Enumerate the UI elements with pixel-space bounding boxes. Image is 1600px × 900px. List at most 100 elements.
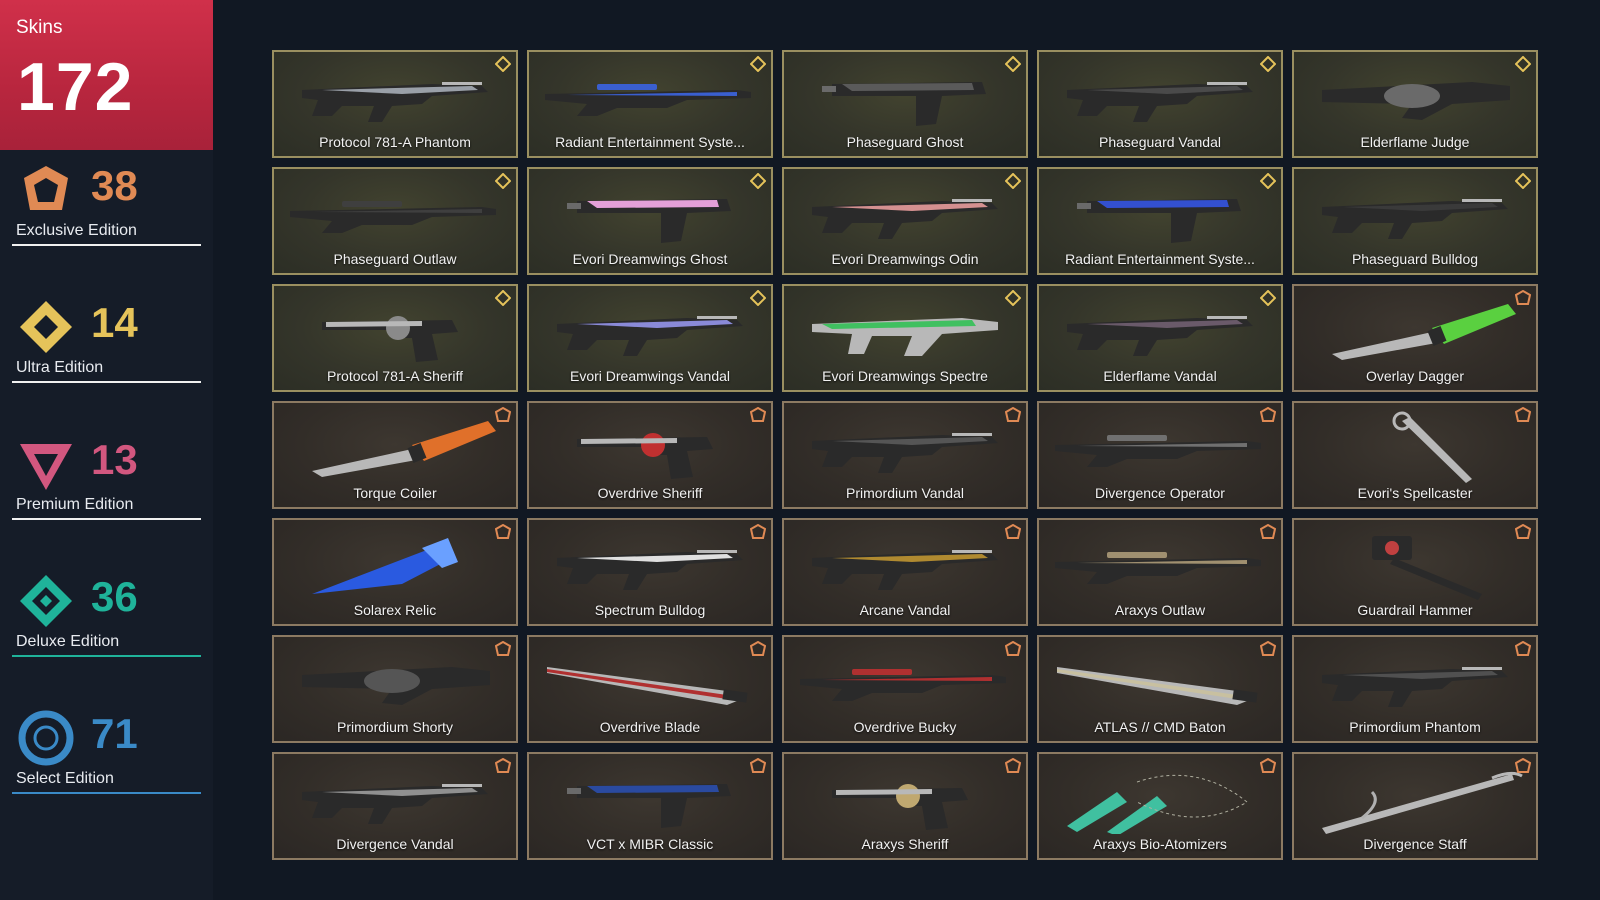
skin-name: Phaseguard Outlaw xyxy=(333,251,457,267)
skin-card[interactable]: Overdrive Bucky xyxy=(782,635,1028,743)
exclusive-tier-icon xyxy=(1004,406,1022,423)
skin-name: Solarex Relic xyxy=(353,602,437,618)
skin-card[interactable]: Araxys Sheriff xyxy=(782,752,1028,860)
weapon-image xyxy=(1302,60,1528,132)
skin-name: Divergence Staff xyxy=(1363,836,1467,852)
ultra-tier-icon xyxy=(494,289,512,307)
weapon-image xyxy=(282,645,508,717)
skin-card[interactable]: Solarex Relic xyxy=(272,518,518,626)
exclusive-tier-icon xyxy=(749,640,767,657)
skin-name: Araxys Sheriff xyxy=(861,836,949,852)
weapon-image xyxy=(537,60,763,132)
skin-name: ATLAS // CMD Baton xyxy=(1094,719,1226,735)
exclusive-tier-icon xyxy=(494,406,512,423)
skin-card[interactable]: Protocol 781-A Phantom xyxy=(272,50,518,158)
skin-card[interactable]: Primordium Vandal xyxy=(782,401,1028,509)
skin-card[interactable]: VCT x MIBR Classic xyxy=(527,752,773,860)
total-skins-count: 172 xyxy=(17,49,134,125)
skin-name: Overdrive Blade xyxy=(599,719,701,735)
exclusive-tier-icon xyxy=(1004,640,1022,657)
weapon-image xyxy=(537,762,763,834)
skin-card[interactable]: Guardrail Hammer xyxy=(1292,518,1538,626)
skin-name: Araxys Bio-Atomizers xyxy=(1093,836,1227,852)
weapon-image xyxy=(1302,177,1528,249)
skin-card[interactable]: Evori's Spellcaster xyxy=(1292,401,1538,509)
skin-card[interactable]: Evori Dreamwings Spectre xyxy=(782,284,1028,392)
skin-card[interactable]: Phaseguard Outlaw xyxy=(272,167,518,275)
skin-card[interactable]: Overdrive Blade xyxy=(527,635,773,743)
skin-name: Elderflame Vandal xyxy=(1103,368,1217,384)
skin-card[interactable]: Elderflame Judge xyxy=(1292,50,1538,158)
skin-name: Evori Dreamwings Vandal xyxy=(569,368,731,384)
skin-card[interactable]: Phaseguard Bulldog xyxy=(1292,167,1538,275)
weapon-image xyxy=(1047,528,1273,600)
skin-card[interactable]: Divergence Operator xyxy=(1037,401,1283,509)
weapon-image xyxy=(282,294,508,366)
weapon-image xyxy=(1047,294,1273,366)
skin-card[interactable]: Evori Dreamwings Vandal xyxy=(527,284,773,392)
tier-name: Premium Edition xyxy=(16,496,134,513)
skin-card[interactable]: Phaseguard Ghost xyxy=(782,50,1028,158)
skin-name: Radiant Entertainment Syste... xyxy=(555,134,745,150)
tier-ultra[interactable]: 14 Ultra Edition xyxy=(0,297,213,417)
tier-deluxe[interactable]: 36 Deluxe Edition xyxy=(0,571,213,691)
skin-card[interactable]: Divergence Staff xyxy=(1292,752,1538,860)
weapon-image xyxy=(282,60,508,132)
tier-premium[interactable]: 13 Premium Edition xyxy=(0,434,213,554)
skins-grid: Protocol 781-A Phantom Radiant Entertain… xyxy=(272,50,1538,860)
weapon-image xyxy=(792,762,1018,834)
skin-card[interactable]: Spectrum Bulldog xyxy=(527,518,773,626)
skin-card[interactable]: Evori Dreamwings Ghost xyxy=(527,167,773,275)
tier-exclusive[interactable]: 38 Exclusive Edition xyxy=(0,160,213,280)
ultra-tier-icon xyxy=(749,55,767,73)
skin-card[interactable]: Elderflame Vandal xyxy=(1037,284,1283,392)
exclusive-tier-icon xyxy=(494,523,512,540)
weapon-image xyxy=(792,60,1018,132)
tier-underline xyxy=(12,381,201,383)
skin-card[interactable]: Primordium Phantom xyxy=(1292,635,1538,743)
skin-card[interactable]: Araxys Bio-Atomizers xyxy=(1037,752,1283,860)
skin-card[interactable]: Divergence Vandal xyxy=(272,752,518,860)
skin-card[interactable]: Phaseguard Vandal xyxy=(1037,50,1283,158)
skin-card[interactable]: Arcane Vandal xyxy=(782,518,1028,626)
tier-count: 38 xyxy=(91,162,138,209)
skin-name: Overdrive Bucky xyxy=(853,719,957,735)
select-tier-icon xyxy=(16,708,76,768)
tier-underline xyxy=(12,244,201,246)
tier-name: Ultra Edition xyxy=(16,359,104,376)
skin-name: Evori Dreamwings Spectre xyxy=(822,368,988,384)
tier-select[interactable]: 71 Select Edition xyxy=(0,708,213,828)
weapon-image xyxy=(537,294,763,366)
skin-card[interactable]: Protocol 781-A Sheriff xyxy=(272,284,518,392)
weapon-image xyxy=(1302,294,1528,366)
ultra-tier-icon xyxy=(494,172,512,190)
weapon-image xyxy=(1302,411,1528,483)
skin-name: Evori's Spellcaster xyxy=(1357,485,1473,501)
total-skins-panel: Skins 172 xyxy=(0,0,213,150)
exclusive-tier-icon xyxy=(1004,757,1022,774)
skin-card[interactable]: ATLAS // CMD Baton xyxy=(1037,635,1283,743)
skin-card[interactable]: Overlay Dagger xyxy=(1292,284,1538,392)
skin-name: Torque Coiler xyxy=(353,485,437,501)
tier-name: Exclusive Edition xyxy=(16,222,137,239)
tier-underline xyxy=(12,518,201,520)
tier-count: 36 xyxy=(91,573,138,620)
weapon-image xyxy=(1047,645,1273,717)
skin-card[interactable]: Overdrive Sheriff xyxy=(527,401,773,509)
ultra-tier-icon xyxy=(1514,55,1532,73)
weapon-image xyxy=(792,645,1018,717)
ultra-tier-icon xyxy=(1004,289,1022,307)
skin-card[interactable]: Radiant Entertainment Syste... xyxy=(527,50,773,158)
skin-card[interactable]: Torque Coiler xyxy=(272,401,518,509)
skin-card[interactable]: Radiant Entertainment Syste... xyxy=(1037,167,1283,275)
exclusive-tier-icon xyxy=(494,757,512,774)
skin-name: Araxys Outlaw xyxy=(1114,602,1206,618)
weapon-image xyxy=(1047,60,1273,132)
tier-underline xyxy=(12,655,201,657)
exclusive-tier-icon xyxy=(494,640,512,657)
ultra-tier-icon xyxy=(494,55,512,73)
skin-card[interactable]: Primordium Shorty xyxy=(272,635,518,743)
skin-card[interactable]: Evori Dreamwings Odin xyxy=(782,167,1028,275)
weapon-image xyxy=(792,528,1018,600)
skin-card[interactable]: Araxys Outlaw xyxy=(1037,518,1283,626)
